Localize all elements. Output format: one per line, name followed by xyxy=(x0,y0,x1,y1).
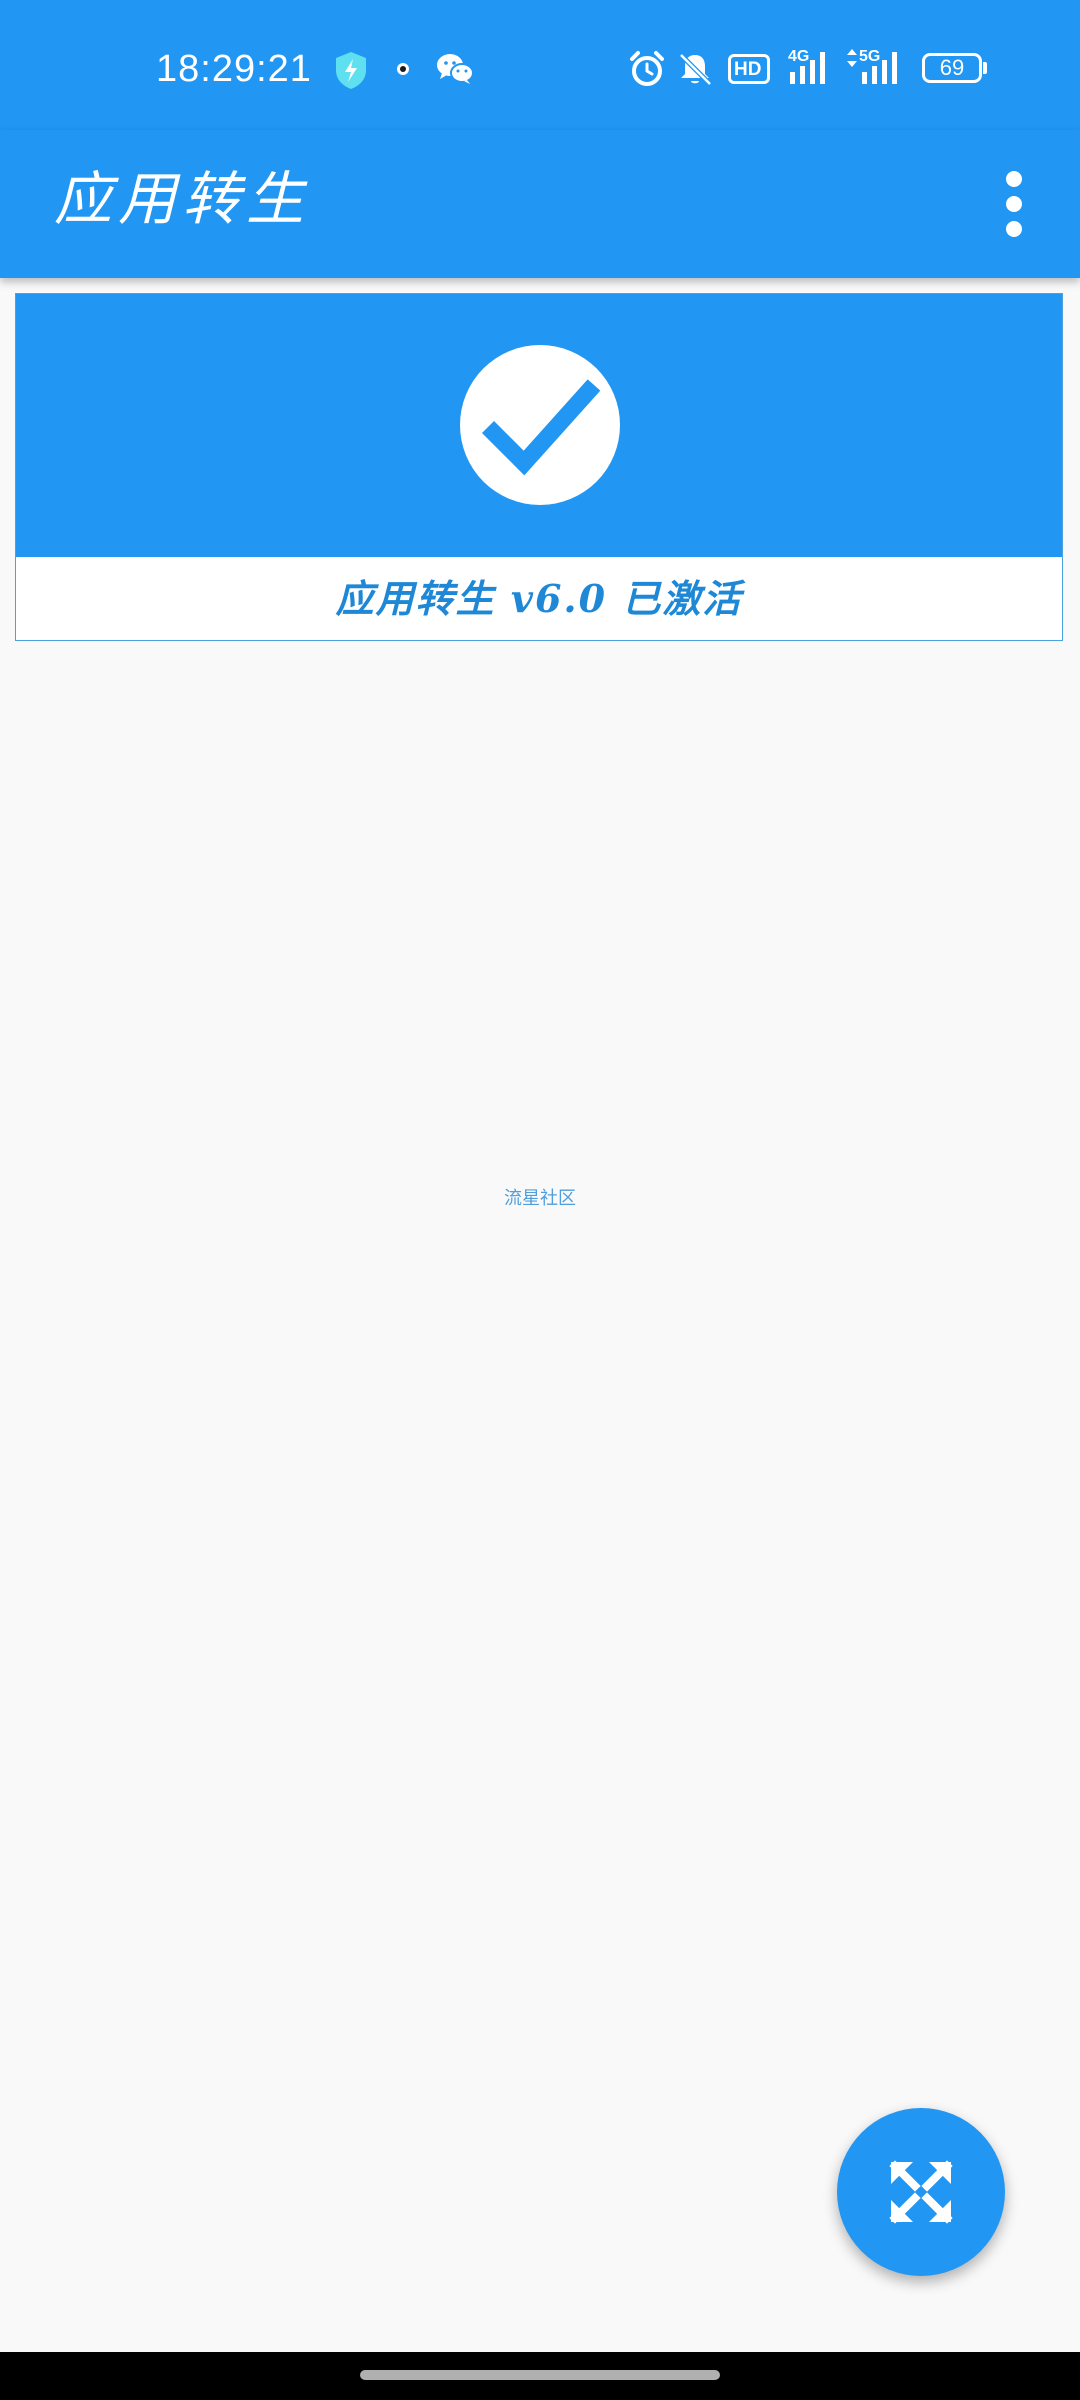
signal-4g-icon: 4G xyxy=(786,48,836,86)
app-bar: 应用转生 xyxy=(0,130,1080,278)
bell-muted-icon xyxy=(679,53,712,86)
community-link[interactable]: 流星社区 xyxy=(0,1184,1080,1210)
status-time: 18:29:21 xyxy=(156,48,312,90)
hd-icon: HD xyxy=(728,54,770,84)
wechat-icon xyxy=(437,54,474,84)
dot-icon xyxy=(397,63,409,75)
check-circle-icon xyxy=(460,345,620,505)
activation-status-label: 应用转生 v6.0 已激活 xyxy=(335,576,743,621)
status-card-banner xyxy=(16,294,1062,557)
expand-fab-button[interactable] xyxy=(837,2108,1005,2276)
home-gesture-handle[interactable] xyxy=(360,2370,720,2380)
more-options-button[interactable] xyxy=(990,156,1038,252)
app-title: 应用转生 xyxy=(54,165,311,233)
status-bar: 18:29:21 HD 4G 5G 69 xyxy=(0,0,1080,130)
shield-bolt-icon xyxy=(336,52,366,89)
battery-level: 69 xyxy=(939,55,965,80)
more-vertical-icon xyxy=(1006,171,1022,237)
signal-5g-icon: 5G xyxy=(846,48,908,86)
expand-arrows-icon xyxy=(889,2160,953,2224)
alarm-icon xyxy=(630,51,664,86)
system-navigation-bar xyxy=(0,2352,1080,2400)
battery-icon: 69 xyxy=(922,53,988,83)
activation-status-card: 应用转生 v6.0 已激活 xyxy=(15,293,1063,641)
